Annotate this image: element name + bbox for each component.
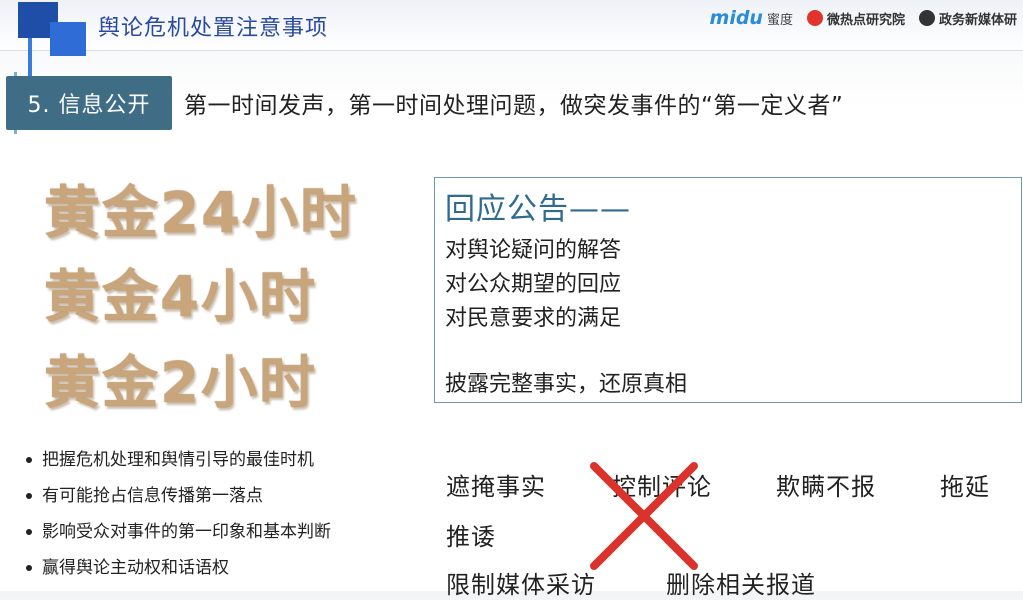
- gov-media-icon: 政务新媒体研: [918, 9, 1017, 28]
- response-line: 对舆论疑问的解答: [445, 238, 622, 263]
- golden-hour-4: 黄金4小时: [44, 265, 317, 330]
- list-item: 有可能抢占信息传播第一落点: [26, 484, 426, 520]
- bullet-dot-icon: [26, 493, 32, 499]
- bullet-dot-icon: [26, 529, 32, 535]
- weibo-eye-icon: 微热点研究院: [806, 9, 905, 28]
- bad-practice: 遮掩事实: [446, 473, 546, 501]
- list-item: 赢得舆论主动权和话语权: [26, 556, 426, 592]
- list-item: 影响受众对事件的第一印象和基本判断: [26, 520, 426, 556]
- header-bar: 舆论危机处置注意事项 midu 蜜度 微热点研究院 政务新媒体研: [0, 0, 1023, 84]
- section-tag: 5. 信息公开: [6, 76, 172, 130]
- bullet-dot-icon: [26, 457, 32, 463]
- bad-practice: 拖延: [940, 473, 990, 501]
- bullet-list: 把握危机处理和舆情引导的最佳时机 有可能抢占信息传播第一落点 影响受众对事件的第…: [26, 448, 426, 592]
- midu-logo-icon: midu 蜜度: [709, 7, 793, 29]
- bad-practice: 限制媒体采访: [446, 571, 596, 599]
- response-line: 对民意要求的满足: [445, 306, 622, 331]
- response-announcement-box: 回应公告—— 对舆论疑问的解答 对公众期望的回应 对民意要求的满足 披露完整事实…: [434, 177, 1022, 403]
- bullet-dot-icon: [26, 565, 32, 571]
- section-description: 第一时间发声，第一时间处理问题，做突发事件的“第一定义者”: [184, 93, 844, 119]
- bad-practice: 欺瞒不报: [776, 473, 876, 501]
- page-title: 舆论危机处置注意事项: [98, 16, 329, 41]
- response-heading: 回应公告——: [445, 192, 631, 227]
- golden-hour-24: 黄金24小时: [44, 181, 358, 246]
- response-line: 披露完整事实，还原真相: [445, 372, 688, 397]
- response-line: 对公众期望的回应: [445, 272, 622, 297]
- list-item: 把握危机处理和舆情引导的最佳时机: [26, 448, 426, 484]
- golden-hour-2: 黄金2小时: [44, 351, 317, 416]
- brand-logos: midu 蜜度 微热点研究院 政务新媒体研: [710, 6, 1017, 30]
- bad-practice: 推诿: [446, 523, 496, 551]
- red-cross-icon: [590, 462, 698, 570]
- decorative-squares-icon: [14, 2, 86, 84]
